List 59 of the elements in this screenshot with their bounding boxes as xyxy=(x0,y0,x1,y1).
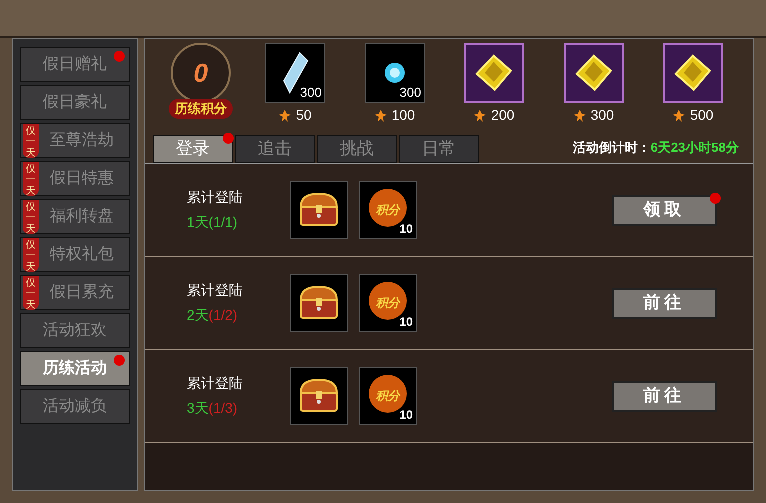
item-count: 300 xyxy=(400,84,422,102)
sidebar-item[interactable]: 历练活动 xyxy=(20,351,130,386)
sidebar-item[interactable]: 仅一天 福利转盘 xyxy=(20,199,130,234)
tab[interactable]: 日常 xyxy=(399,135,479,163)
limited-time-ribbon: 仅一天 xyxy=(23,238,39,272)
countdown-value: 6天23小时58分 xyxy=(650,138,739,156)
treasure-chest-icon xyxy=(290,181,348,239)
reward-item[interactable]: 300 xyxy=(364,43,424,103)
gem-icon xyxy=(674,54,712,92)
task-day: 1天 xyxy=(187,212,209,233)
sidebar-item[interactable]: 仅一天 特权礼包 xyxy=(20,237,130,272)
points-value: 0 xyxy=(194,56,208,90)
reward-item[interactable] xyxy=(464,43,524,103)
sidebar-item[interactable]: 仅一天 至尊浩劫 xyxy=(20,123,130,158)
glowing-orb-icon xyxy=(382,61,406,85)
limited-time-ribbon: 仅一天 xyxy=(23,124,39,158)
task-action-button[interactable]: 前往 xyxy=(612,288,717,318)
tab[interactable]: 登录 xyxy=(153,135,233,163)
item-count: 10 xyxy=(400,407,413,424)
sidebar-item[interactable]: 仅一天 假日累充 xyxy=(20,275,130,310)
sidebar-item[interactable]: 假日赠礼 xyxy=(20,47,130,82)
points-icon-text: 积分 xyxy=(376,202,400,219)
task-title: 累计登陆 xyxy=(187,281,244,300)
treasure-chest-icon xyxy=(290,274,348,332)
sidebar-item[interactable]: 假日豪礼 xyxy=(20,85,130,120)
item-count: 10 xyxy=(400,221,413,238)
point-cost: 300 xyxy=(590,106,614,125)
limited-time-ribbon: 仅一天 xyxy=(23,276,39,310)
item-count: 10 xyxy=(400,314,413,331)
task-title: 累计登陆 xyxy=(187,374,244,393)
sidebar-item[interactable]: 活动狂欢 xyxy=(20,313,130,348)
task-title: 累计登陆 xyxy=(187,188,244,207)
reward-item[interactable] xyxy=(564,43,624,103)
sidebar-item[interactable]: 仅一天 假日特惠 xyxy=(20,161,130,196)
item-count: 300 xyxy=(300,84,322,102)
gem-icon xyxy=(475,54,513,92)
task-progress: (1/3) xyxy=(208,399,238,418)
point-cost: 50 xyxy=(296,106,312,125)
limited-time-ribbon: 仅一天 xyxy=(23,200,39,234)
point-cost: 100 xyxy=(392,106,416,125)
reward-item[interactable] xyxy=(663,43,723,103)
gem-icon xyxy=(574,54,612,92)
treasure-chest-icon xyxy=(290,367,348,425)
task-progress: (1/2) xyxy=(208,306,238,325)
tab[interactable]: 挑战 xyxy=(317,135,397,163)
reward-item[interactable]: 300 xyxy=(265,43,325,103)
points-icon-text: 积分 xyxy=(376,388,400,405)
task-day: 2天 xyxy=(187,305,209,326)
point-cost: 200 xyxy=(491,106,515,125)
tab[interactable]: 追击 xyxy=(235,135,315,163)
point-cost: 500 xyxy=(690,106,714,125)
task-progress: (1/1) xyxy=(208,213,238,232)
points-icon-text: 积分 xyxy=(376,295,400,312)
points-label: 历练积分 xyxy=(169,99,233,118)
task-day: 3天 xyxy=(187,398,209,419)
sidebar-item[interactable]: 活动减负 xyxy=(20,389,130,424)
limited-time-ribbon: 仅一天 xyxy=(23,162,39,196)
task-action-button[interactable]: 前往 xyxy=(612,380,717,412)
countdown-label: 活动倒计时： xyxy=(572,138,651,156)
